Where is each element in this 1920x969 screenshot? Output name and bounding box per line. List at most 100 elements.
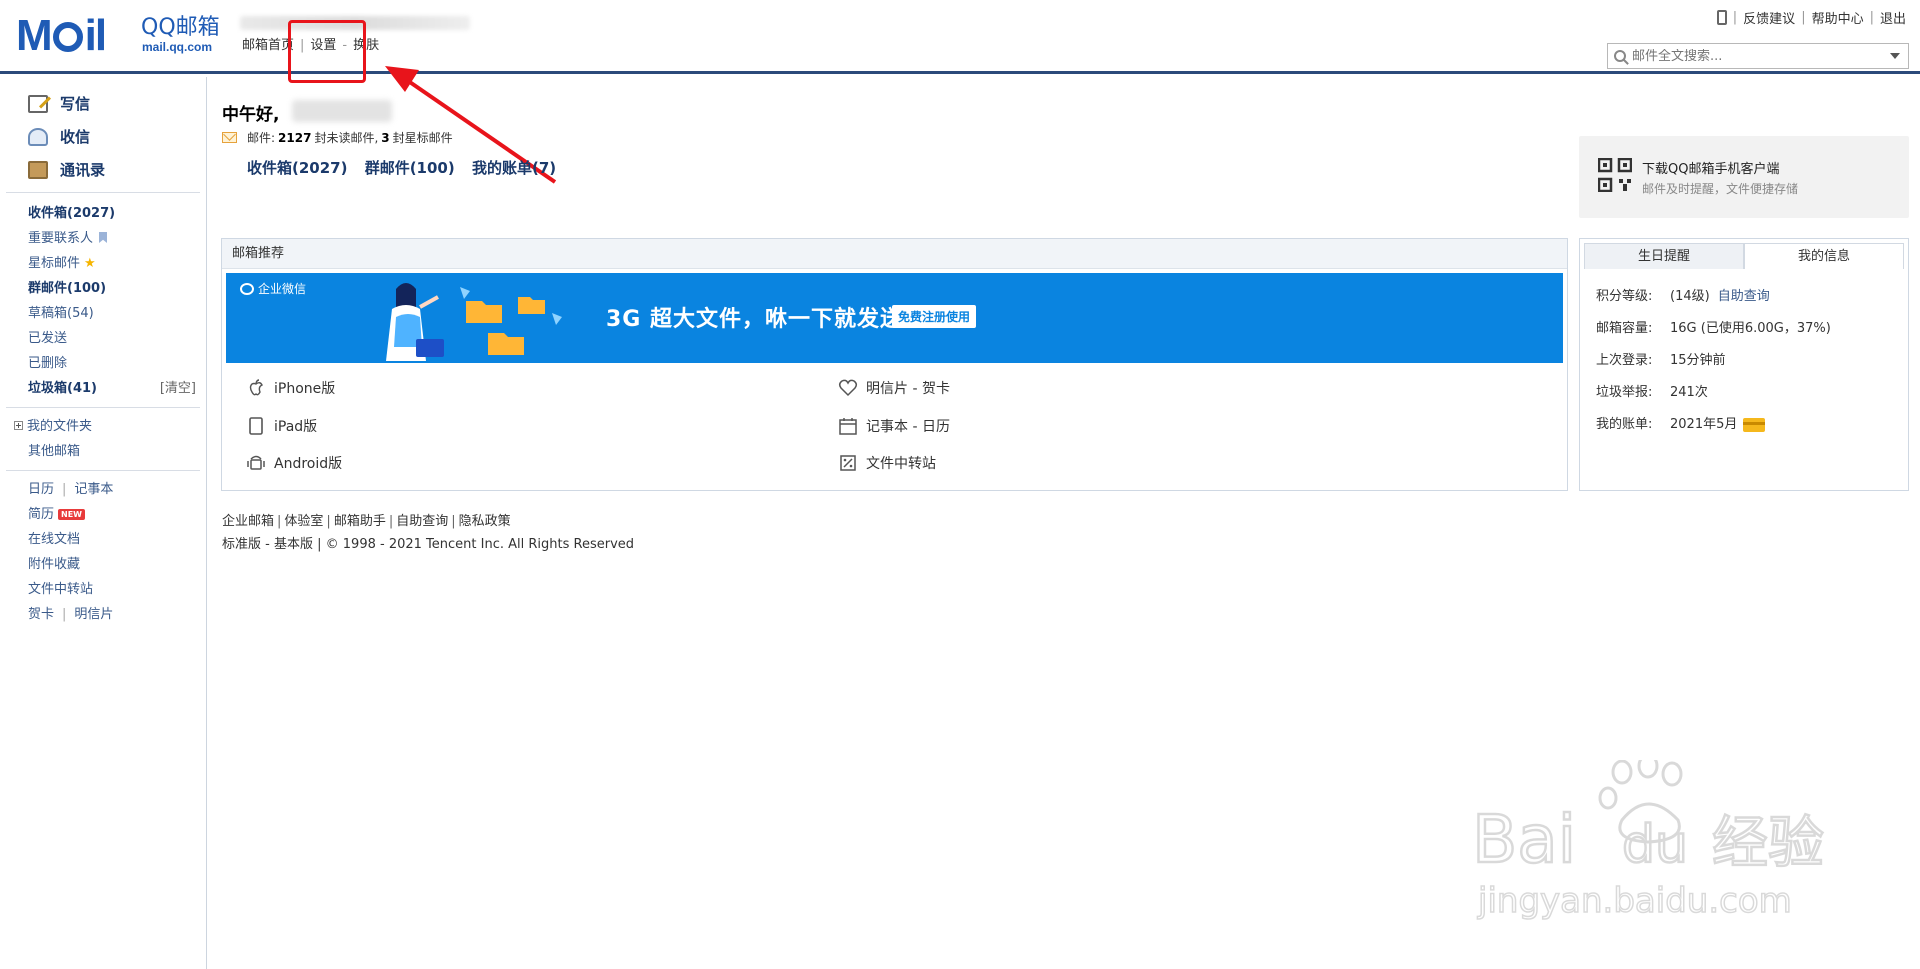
sidebar-item-inbox[interactable]: 收件箱(2027) [0,201,206,226]
greeting-text: 中午好, [222,105,280,125]
envelope-icon [222,132,237,143]
app-promo-subtitle: 邮件及时提醒，文件便捷存储 [1642,182,1799,196]
file-transfer-icon [840,455,856,471]
write-mail-button[interactable]: 写信 [6,87,200,120]
android-icon [247,455,265,470]
tab-my-info[interactable]: 我的信息 [1744,243,1904,269]
mail-summary: 邮件: 2127 封未读邮件, 3 封星标邮件 [222,129,453,146]
logo-o-icon [52,22,83,52]
wecom-brand: 企业微信 [240,280,306,297]
info-row-level: 积分等级: (14级) 自助查询 [1596,281,1908,313]
footer-link-privacy[interactable]: 隐私政策 [459,514,511,529]
mail-search[interactable] [1607,43,1909,69]
heart-icon [838,379,858,397]
footer-link-enterprise[interactable]: 企业邮箱 [222,514,274,529]
postcard-link[interactable]: 明信片 [74,607,113,622]
sidebar-item-other-mail[interactable]: 其他邮箱 [0,439,206,464]
help-link[interactable]: 帮助中心 [1812,8,1864,27]
sidebar-item-calendar-notes: 日历 | 记事本 [28,482,114,497]
calendar-link[interactable]: 日历 [28,482,54,497]
sidebar-item-resume[interactable]: 简历 NEW [0,502,206,527]
footer-link-lab[interactable]: 体验室 [284,514,323,529]
svg-text:jingyan.baidu.com: jingyan.baidu.com [1477,881,1792,921]
sidebar-item-file-transfer[interactable]: 文件中转站 [0,577,206,602]
notes-calendar-link[interactable]: 记事本 - 日历 [838,415,950,437]
left-sidebar: 写信 收信 通讯录 收件箱(2027) 重要联系人 星标邮件 ★ 群邮件(100)… [0,77,207,969]
sidebar-item-group[interactable]: 群邮件(100) [0,276,206,301]
unread-count[interactable]: 2127 [278,131,311,145]
sidebar-item-starred[interactable]: 星标邮件 ★ [0,251,206,276]
standard-version-link[interactable]: 标准版 [222,537,261,552]
file-transfer-link[interactable]: 文件中转站 [838,452,936,474]
phone-icon[interactable] [1716,10,1727,25]
self-service-link[interactable]: 自助查询 [1718,281,1770,313]
contacts-button[interactable]: 通讯录 [6,153,200,186]
tab-birthday[interactable]: 生日提醒 [1584,243,1744,269]
info-row-bill: 我的账单: 2021年5月 [1596,409,1908,441]
basic-version-link[interactable]: 基本版 [274,537,313,552]
footer-link-self-query[interactable]: 自助查询 [396,514,448,529]
free-register-button[interactable]: 免费注册使用 [892,305,977,328]
logout-link[interactable]: 退出 [1880,8,1906,27]
recommend-heading: 邮箱推荐 [222,239,1567,269]
footer-links: 企业邮箱 | 体验室 | 邮箱助手 | 自助查询 | 隐私政策 [222,514,511,529]
banner-slogan: 3G 超大文件，咻一下就发送 [606,307,904,332]
write-icon [28,94,48,113]
quick-link-inbox[interactable]: 收件箱(2027) [247,159,347,177]
star-count[interactable]: 3 [381,131,389,145]
mobile-app-promo[interactable]: 下载QQ邮箱手机客户端 邮件及时提醒，文件便捷存储 [1579,136,1909,218]
svg-text:经验: 经验 [1712,811,1824,876]
svg-text:du: du [1622,815,1688,875]
greeting-card-link[interactable]: 贺卡 [28,607,54,622]
sidebar-item-docs[interactable]: 在线文档 [0,527,206,552]
chevron-down-icon[interactable] [1890,53,1900,59]
sidebar-item-deleted[interactable]: 已删除 [0,351,206,376]
iphone-version-link[interactable]: iPhone版 [246,377,335,399]
top-right-links: | 反馈建议 | 帮助中心 | 退出 [1716,8,1906,27]
blurred-username [292,100,392,122]
wecom-banner[interactable]: 企业微信 3G 超大文件，咻一下就发送 免费注册使用 [226,273,1563,363]
info-rows: 积分等级: (14级) 自助查询 邮箱容量: 16G (已使用6.00G，37%) 上… [1580,269,1908,441]
footer-link-assistant[interactable]: 邮箱助手 [334,514,386,529]
info-row-last-login: 上次登录: 15分钟前 [1596,353,1726,368]
wecom-icon [240,282,254,295]
tablet-icon [249,417,263,435]
sidebar-main-actions: 写信 收信 通讯录 [6,77,200,193]
search-input[interactable] [1632,48,1882,64]
new-badge: NEW [58,509,85,520]
sidebar-item-important[interactable]: 重要联系人 [0,226,206,251]
qr-code-icon [1598,158,1632,192]
sidebar-item-my-folders[interactable]: 我的文件夹 [0,414,206,439]
qq-mail-logo[interactable]: Mil QQ邮箱 mail.qq.com [16,14,221,58]
info-row-capacity: 邮箱容量: 16G (已使用6.00G，37%) [1596,321,1831,336]
footer-copyright: 标准版 - 基本版 | © 1998 - 2021 Tencent Inc. A… [222,537,635,552]
divider [6,407,200,408]
info-panel: 生日提醒 我的信息 积分等级: (14级) 自助查询 邮箱容量: 16G (已使用6.… [1579,238,1909,491]
android-version-link[interactable]: Android版 [246,452,342,474]
folder-list: 收件箱(2027) 重要联系人 星标邮件 ★ 群邮件(100) 草稿箱(54) 已… [0,193,206,401]
sidebar-item-attachments[interactable]: 附件收藏 [0,552,206,577]
sidebar-item-cards: 贺卡 | 明信片 [28,607,114,622]
app-promo-title: 下载QQ邮箱手机客户端 [1642,162,1780,177]
logo-mail-text: Mil [16,11,107,60]
postcard-greeting-link[interactable]: 明信片 - 贺卡 [838,377,950,399]
quick-link-group[interactable]: 群邮件(100) [365,159,455,177]
expand-plus-icon[interactable] [14,421,23,430]
banner-illustration [386,283,562,361]
contacts-icon [28,160,48,179]
nav-home-link[interactable]: 邮箱首页 [242,38,294,53]
quick-link-bills[interactable]: 我的账单(7) [472,159,556,177]
bookmark-icon [99,232,108,243]
sidebar-item-spam[interactable]: 垃圾箱(41) [清空] [0,376,206,401]
feedback-link[interactable]: 反馈建议 [1743,8,1795,27]
sidebar-item-drafts[interactable]: 草稿箱(54) [0,301,206,326]
notes-link[interactable]: 记事本 [74,482,113,497]
quick-links: 收件箱(2027) 群邮件(100) 我的账单(7) [247,157,568,178]
info-row-spam-report: 垃圾举报: 241次 [1596,385,1708,400]
svg-text:Bai: Bai [1472,801,1576,878]
clear-spam-link[interactable]: [清空] [160,376,196,401]
bill-card-icon[interactable] [1743,418,1766,432]
ipad-version-link[interactable]: iPad版 [246,415,317,437]
receive-mail-button[interactable]: 收信 [6,120,200,153]
sidebar-item-sent[interactable]: 已发送 [0,326,206,351]
